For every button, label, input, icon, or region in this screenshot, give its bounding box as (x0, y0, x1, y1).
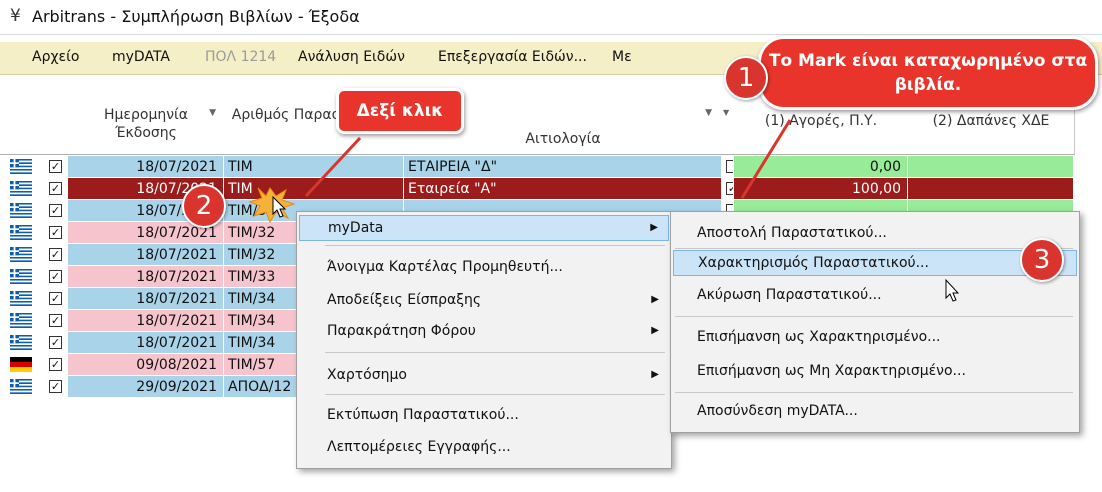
callout-pointer (304, 136, 362, 198)
mouse-cursor-icon (945, 278, 960, 302)
callout-pointer (740, 119, 792, 199)
callout-right-click: Δεξί κλικ (336, 88, 464, 134)
step-badge-1: 1 (724, 56, 768, 100)
step-badge-2: 2 (182, 184, 226, 228)
callout-mark-registered: Το Mark είναι καταχωρημένο στα βιβλία. (758, 36, 1098, 110)
callout-mark-text: Το Mark είναι καταχωρημένο στα βιβλία. (768, 51, 1088, 95)
step-badge-3: 3 (1020, 238, 1064, 282)
click-burst-icon (248, 187, 296, 224)
